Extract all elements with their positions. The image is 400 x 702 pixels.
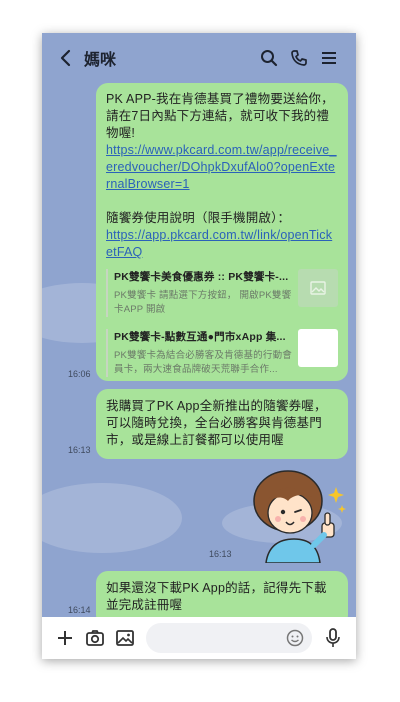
plus-icon <box>58 631 72 645</box>
card-description: PK雙饗卡 請點選下方按鈕， 開啟PK雙饗卡APP 開啟 <box>114 290 292 315</box>
message-time: 16:06 <box>68 369 91 379</box>
message-text: 隨饗券使用說明（限手機開啟）： <box>106 211 291 225</box>
message-time: 16:14 <box>68 605 91 615</box>
phone-icon <box>291 50 307 66</box>
search-button[interactable] <box>254 43 284 73</box>
chevron-left-icon <box>60 49 71 67</box>
search-icon <box>261 50 278 67</box>
image-icon <box>116 630 134 646</box>
smiling-girl-thumbs-up-icon <box>253 470 346 564</box>
menu-button[interactable] <box>314 43 344 73</box>
message-composer <box>42 617 356 659</box>
card-thumbnail <box>298 269 338 307</box>
camera-icon <box>86 630 104 646</box>
card-thumbnail <box>298 329 338 367</box>
card-title: PK雙饗卡美食優惠券 :: PK雙饗卡-... <box>114 271 289 283</box>
message-input[interactable] <box>146 623 312 653</box>
voucher-link[interactable]: https://www.pkcard.com.tw/app/receive_er… <box>106 143 337 191</box>
message-text: 我購買了PK App全新推出的隨饗券喔，可以隨時兌換，全台必勝客與肯德基門市，或… <box>106 399 327 447</box>
call-button[interactable] <box>284 43 314 73</box>
menu-icon <box>322 52 336 64</box>
emoji-icon[interactable] <box>286 629 304 647</box>
back-button[interactable] <box>54 47 76 69</box>
card-title: PK雙饗卡-點數互通●門市xApp 集... <box>114 331 286 343</box>
microphone-button[interactable] <box>318 623 348 653</box>
message-text: 如果還沒下載PK App的話，記得先下載並完成註冊喔 <box>106 581 327 612</box>
faq-link[interactable]: https://app.pkcard.com.tw/link/openTicke… <box>106 228 332 259</box>
message-time: 16:13 <box>68 445 91 455</box>
card-description: PK雙饗卡為結合必勝客及肯德基的行動會員卡，兩大速食品牌破天荒聯手合作... <box>114 350 292 375</box>
sticker <box>248 467 348 564</box>
microphone-icon <box>326 628 340 647</box>
image-placeholder-icon <box>310 281 326 295</box>
add-button[interactable] <box>50 623 80 653</box>
chat-screen: 媽咪 16:06 PK APP-我在肯德基買了禮物要送給你，請在7日內點下方連結… <box>42 33 356 659</box>
chat-title: 媽咪 <box>84 52 117 69</box>
message-bubble: 我購買了PK App全新推出的隨饗券喔，可以隨時兌換，全台必勝客與肯德基門市，或… <box>96 389 348 459</box>
background-cloud <box>42 483 182 553</box>
link-preview-card[interactable]: PK雙饗卡-點數互通●門市xApp 集... PK雙饗卡為結合必勝客及肯德基的行… <box>106 329 338 377</box>
camera-button[interactable] <box>80 623 110 653</box>
image-button[interactable] <box>110 623 140 653</box>
message-bubble: PK APP-我在肯德基買了禮物要送給你，請在7日內點下方連結，就可收下我的禮物… <box>96 83 348 381</box>
link-preview-card[interactable]: PK雙饗卡美食優惠券 :: PK雙饗卡-... PK雙饗卡 請點選下方按鈕， 開… <box>106 269 338 317</box>
message-time: 16:13 <box>209 549 232 559</box>
message-text: PK APP-我在肯德基買了禮物要送給你，請在7日內點下方連結，就可收下我的禮物… <box>106 92 334 140</box>
chat-header: 媽咪 <box>42 33 356 83</box>
